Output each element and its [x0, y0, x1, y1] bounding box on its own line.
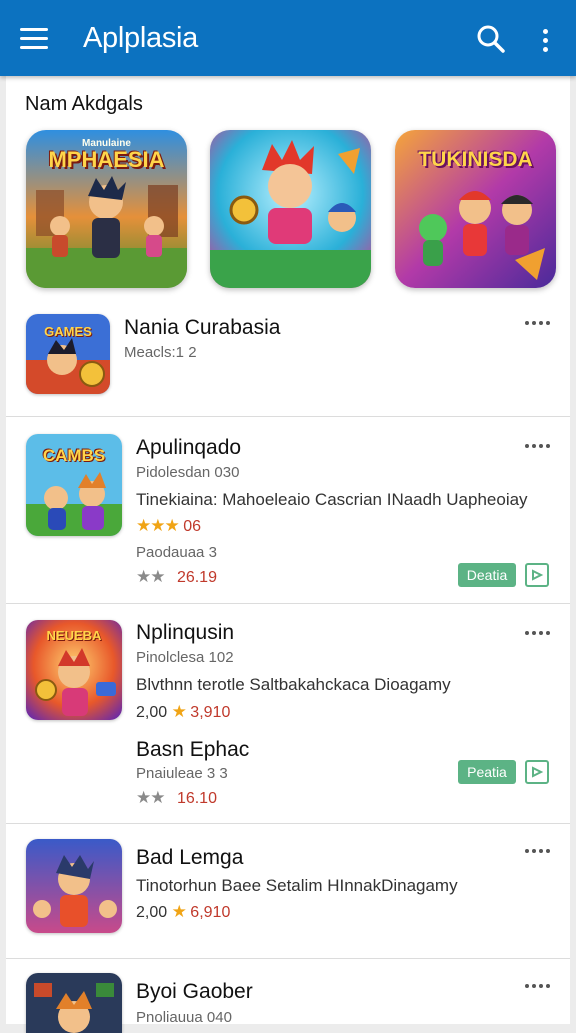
featured-tile-3-logo-text: TUKINISDA: [418, 148, 533, 171]
list-item-2-price: 26.19: [176, 569, 217, 586]
list-item-2-subtitle: Pidolesdan 030: [136, 464, 240, 481]
list-item-3-title: Nplinqusin: [136, 621, 235, 644]
rating-prefix: 2,00: [136, 904, 168, 921]
list-item-5[interactable]: Byoi Gaober Pnoliauua 040: [6, 959, 570, 1033]
rating-star-icon: ★: [171, 702, 187, 721]
list-item-3-secondary-title: Basn Ephac: [136, 738, 250, 761]
rating-value: 6,910: [190, 904, 231, 921]
rating-prefix: 2,00: [136, 704, 168, 721]
list-item-1[interactable]: GAMES Nania Curabasia Meacls:1 2: [6, 298, 570, 417]
featured-game-tile-1[interactable]: Manulaine MPHAESIA: [26, 130, 187, 288]
app-bar: Aplplasia: [0, 0, 576, 76]
list-item-1-icon-text: GAMES: [44, 324, 92, 339]
list-item-4-app-icon: [26, 839, 122, 933]
list-item-2-download-icon[interactable]: [525, 563, 549, 587]
list-item-1-app-icon: GAMES: [26, 314, 110, 394]
list-item-5-subtitle: Pnoliauua 040: [136, 1009, 232, 1026]
list-item-3-badge-button[interactable]: Peatia: [458, 760, 516, 784]
featured-game-tile-2[interactable]: [210, 130, 371, 288]
list-item-4-description: Tinotorhun Baee Setalim HInnakDinagamy: [136, 876, 458, 895]
list-item-4-rating: 2,00 ★ 6,910: [136, 902, 230, 922]
list-item-3-icon-text: NEUEBA: [46, 628, 102, 643]
featured-tile-1-logo-text: MPHAESIA: [48, 147, 165, 172]
rating-star-icon: ★: [171, 902, 187, 921]
list-item-4-title: Bad Lemga: [136, 846, 244, 869]
list-item-3-price-row: ★★ 16.10: [136, 788, 217, 808]
list-item-3-price: 16.10: [176, 790, 217, 807]
list-item-2-app-icon: CAMBS: [26, 434, 122, 536]
list-item-2-rating: ★★★ 06: [136, 516, 201, 536]
list-item-3[interactable]: NEUEBA Nplinqusin Pinolclesa 102 Blvthnn…: [6, 604, 570, 824]
list-item-2-more-icon[interactable]: [523, 441, 551, 451]
list-item-2-secondary-text: Paodauaa 3: [136, 544, 217, 561]
list-item-4-more-icon[interactable]: [523, 846, 551, 856]
list-item-1-title: Nania Curabasia: [124, 316, 281, 339]
app-title: Aplplasia: [83, 22, 198, 54]
list-item-3-app-icon: NEUEBA: [26, 620, 122, 720]
list-item-1-subtitle: Meacls:1 2: [124, 344, 197, 361]
more-vert-icon[interactable]: [536, 26, 554, 54]
hamburger-menu-icon[interactable]: [20, 28, 48, 50]
list-item-3-subtitle: Pinolclesa 102: [136, 649, 234, 666]
list-item-5-app-icon: [26, 973, 122, 1033]
list-item-3-download-icon[interactable]: [525, 760, 549, 784]
list-item-2-badge-button[interactable]: Deatia: [458, 563, 516, 587]
featured-section-title: Nam Akdgals: [25, 93, 143, 115]
grey-stars-icon: ★★: [136, 788, 166, 807]
list-item-3-description: Blvthnn terotle Saltbakahckaca Dioagamy: [136, 675, 451, 694]
list-item-3-more-icon[interactable]: [523, 628, 551, 638]
list-item-2[interactable]: CAMBS Apulinqado Pidolesdan 030 Tinekiai…: [6, 417, 570, 604]
list-item-3-rating: 2,00 ★ 3,910: [136, 702, 230, 722]
featured-game-tile-3[interactable]: TUKINISDA: [395, 130, 556, 288]
list-item-2-title: Apulinqado: [136, 436, 242, 459]
list-item-5-more-icon[interactable]: [523, 981, 551, 991]
list-item-4[interactable]: Bad Lemga Tinotorhun Baee Setalim HInnak…: [6, 824, 570, 959]
rating-value: 3,910: [190, 704, 231, 721]
list-item-1-more-icon[interactable]: [523, 318, 551, 328]
search-icon[interactable]: [476, 24, 506, 54]
list-item-5-title: Byoi Gaober: [136, 980, 253, 1003]
rating-value: 06: [183, 518, 201, 535]
rating-stars-icon: ★★★: [136, 516, 180, 535]
list-item-2-icon-text: CAMBS: [42, 446, 106, 465]
list-item-2-description: Tinekiaina: Mahoeleaio Cascrian INaadh U…: [136, 490, 528, 509]
list-item-3-secondary-text: Pnaiuleae 3 3: [136, 765, 228, 782]
list-item-2-price-row: ★★ 26.19: [136, 567, 217, 587]
main-content: Nam Akdgals Manulaine MPHAESIA TUKINISDA…: [6, 76, 570, 1033]
grey-stars-icon: ★★: [136, 567, 166, 586]
